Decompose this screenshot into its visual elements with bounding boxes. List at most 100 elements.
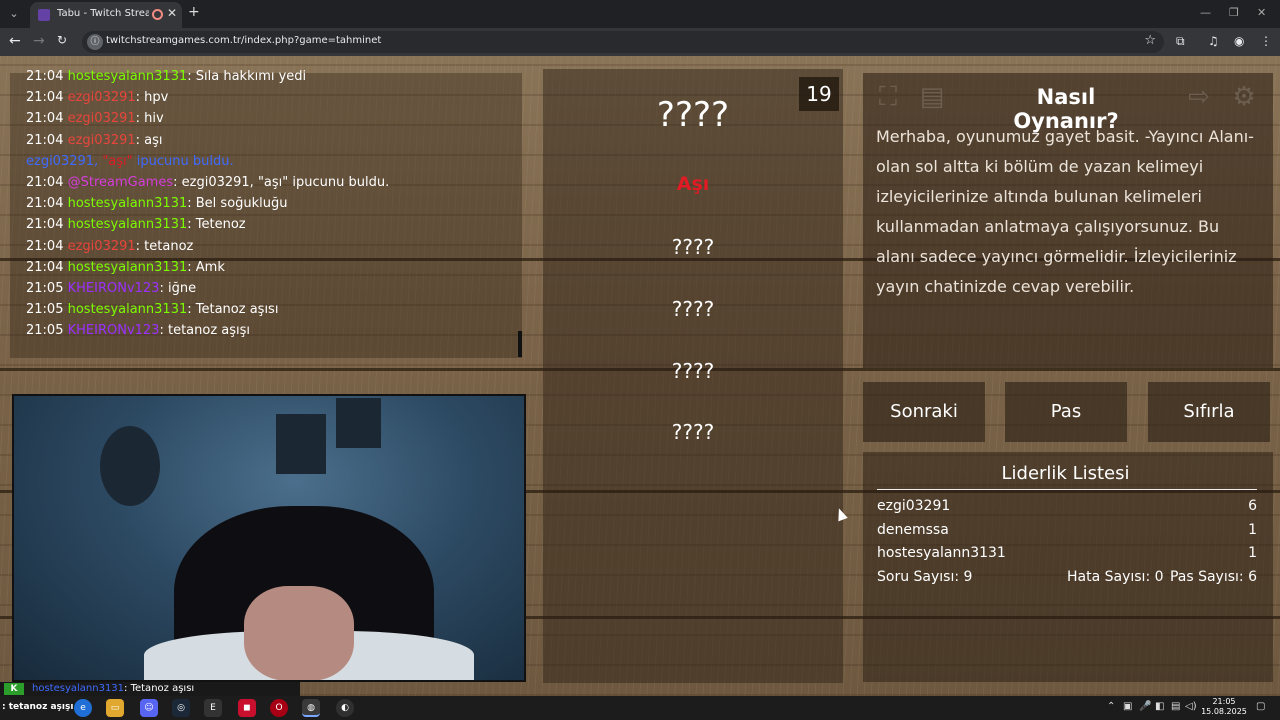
notifications-icon[interactable]: ▢ <box>1256 701 1265 712</box>
opera-icon[interactable]: O <box>270 699 288 717</box>
browser-tab[interactable]: Tabu - Twitch Stream Games ✕ <box>30 2 182 28</box>
file-explorer-icon[interactable]: ▭ <box>106 699 124 717</box>
site-info-icon[interactable]: ⓘ <box>87 34 103 50</box>
webcam-feed <box>12 394 526 682</box>
extensions-icon[interactable]: ⧉ <box>1176 34 1185 49</box>
close-tab-icon[interactable]: ✕ <box>167 6 177 20</box>
chat-time: 21:04 <box>26 175 68 190</box>
edge-icon[interactable]: e <box>74 699 92 717</box>
chat-username[interactable]: ezgi03291 <box>68 239 136 254</box>
chat-text: : Tetenoz <box>187 217 246 233</box>
chat-username[interactable]: KHEIRONv123 <box>68 281 160 296</box>
discord-icon[interactable]: ☺ <box>140 699 158 717</box>
clock-date: 15.08.2025 <box>1201 707 1247 716</box>
fullscreen-icon[interactable]: ⛶ <box>872 81 904 113</box>
forward-icon[interactable]: → <box>33 33 45 49</box>
game-page: 21:04 hostesyalann3131: Sıla hakkımı yed… <box>0 56 1280 696</box>
wall-poster <box>276 414 326 474</box>
epic-games-icon[interactable]: E <box>204 699 222 717</box>
address-bar[interactable]: ⓘ twitchstreamgames.com.tr/index.php?gam… <box>82 31 1164 53</box>
chat-time: 21:04 <box>26 217 68 233</box>
chrome-icon[interactable]: ◍ <box>302 699 320 717</box>
chat-scrollbar[interactable] <box>518 331 522 357</box>
chat-text: : Sıla hakkımı yedi <box>187 69 307 84</box>
taskbar-clock[interactable]: 21:05 15.08.2025 <box>1196 697 1252 717</box>
chat-message: 21:04 hostesyalann3131: Amk <box>26 260 225 275</box>
network-icon[interactable]: ▤ <box>1171 701 1180 712</box>
kick-badge-icon: K <box>4 683 24 695</box>
chat-message: 21:04 ezgi03291: aşı <box>26 133 163 148</box>
microphone-icon[interactable]: 🎤 <box>1139 701 1151 712</box>
chat-message: 21:04 hostesyalann3131: Sıla hakkımı yed… <box>26 69 306 84</box>
error-count: Hata Sayısı: 0 <box>1067 569 1164 585</box>
chat-username[interactable]: hostesyalann3131 <box>68 69 188 84</box>
nvidia-icon[interactable]: ◧ <box>1155 701 1164 712</box>
minimize-icon[interactable]: — <box>1200 6 1211 19</box>
chat-text: : ezgi03291, "aşı" ipucunu buldu. <box>173 175 390 190</box>
chat-time: 21:04 <box>26 259 68 275</box>
player-score: 1 <box>1248 545 1257 561</box>
chat-message: ezgi03291, "aşı" ipucunu buldu. <box>26 154 234 169</box>
chat-username[interactable]: ezgi03291, <box>26 154 98 169</box>
chat-message: 21:04 hostesyalann3131: Tetenoz <box>26 217 246 232</box>
steam-icon[interactable]: ◎ <box>172 699 190 717</box>
chat-username[interactable]: ezgi03291 <box>68 111 136 126</box>
chat-text: : tetanoz aşışı <box>159 323 251 339</box>
media-icon[interactable]: ♫ <box>1208 34 1219 48</box>
chat-time: 21:05 <box>26 281 68 296</box>
hint-word: ???? <box>671 297 715 321</box>
chat-panel: 21:04 hostesyalann3131: Sıla hakkımı yed… <box>10 69 522 358</box>
chat-message: 21:04 ezgi03291: tetanoz <box>26 239 193 254</box>
gear-icon[interactable]: ⚙ <box>1228 81 1260 113</box>
chat-username[interactable]: ezgi03291 <box>68 90 136 105</box>
chat-username[interactable]: KHEIRONv123 <box>68 323 160 338</box>
how-to-play-panel: ⛶ ▤ Nasıl Oynanır? ⇨ ⚙ Merhaba, oyunumuz… <box>863 73 1273 368</box>
chat-username[interactable]: hostesyalann3131 <box>68 260 188 275</box>
tab-strip: ⌄ Tabu - Twitch Stream Games ✕ + — ❐ ✕ <box>0 0 1280 28</box>
url-text[interactable]: twitchstreamgames.com.tr/index.php?game=… <box>106 35 381 46</box>
chat-text: : tetanoz <box>135 238 194 254</box>
chat-text: : Bel soğukluğu <box>187 196 288 212</box>
game-app-icon[interactable]: ◼ <box>238 699 256 717</box>
player-score: 1 <box>1248 522 1257 538</box>
chat-username[interactable]: hostesyalann3131 <box>68 196 188 211</box>
chat-username[interactable]: hostesyalann3131 <box>68 302 188 317</box>
obs-icon[interactable]: ◐ <box>336 699 354 717</box>
player-name: hostesyalann3131 <box>877 545 1006 561</box>
menu-icon[interactable]: ⋮ <box>1260 34 1272 48</box>
chat-message: 21:05 KHEIRONv123: iğne <box>26 281 196 296</box>
streamer-face <box>244 586 354 680</box>
exit-icon[interactable]: ⇨ <box>1183 81 1215 113</box>
chat-text: : hiv <box>135 111 164 127</box>
close-window-icon[interactable]: ✕ <box>1257 6 1266 19</box>
wall-poster <box>336 398 381 448</box>
hint-word: ???? <box>671 235 715 259</box>
bookmark-star-icon[interactable]: ☆ <box>1144 33 1156 48</box>
overlay-user: hostesyalann3131 <box>32 683 125 694</box>
taskbar-chat-text: : tetanoz aşışı <box>2 702 74 712</box>
back-icon[interactable]: ← <box>9 33 21 49</box>
browser-toolbar: ← → ↻ ⓘ twitchstreamgames.com.tr/index.p… <box>0 28 1280 56</box>
volume-icon[interactable]: ◁) <box>1185 701 1197 712</box>
tab-search-icon[interactable]: ⌄ <box>4 4 24 24</box>
divider <box>877 489 1257 490</box>
chat-username[interactable]: ezgi03291 <box>68 133 136 148</box>
new-tab-icon[interactable]: + <box>188 4 200 20</box>
word-panel: 19 ???? Aşı ???? ???? ???? ???? <box>543 69 843 683</box>
next-button[interactable]: Sonraki <box>863 382 985 442</box>
chat-highlight: "aşı" <box>102 153 133 169</box>
reload-icon[interactable]: ↻ <box>57 33 67 47</box>
tray-app-icon[interactable]: ▣ <box>1123 701 1132 712</box>
pass-button[interactable]: Pas <box>1005 382 1127 442</box>
profile-icon[interactable]: ◉ <box>1234 34 1244 48</box>
document-icon[interactable]: ▤ <box>916 81 948 113</box>
chat-username[interactable]: hostesyalann3131 <box>68 217 188 232</box>
chat-text: : Tetanoz aşısı <box>187 302 279 318</box>
chat-message: 21:04 @StreamGames: ezgi03291, "aşı" ipu… <box>26 175 389 190</box>
restore-icon[interactable]: ❐ <box>1229 6 1239 19</box>
reset-button[interactable]: Sıfırla <box>1148 382 1270 442</box>
chat-time: 21:04 <box>26 69 68 84</box>
chat-username[interactable]: @StreamGames <box>68 175 174 190</box>
tray-chevron-icon[interactable]: ⌃ <box>1107 701 1115 712</box>
secret-word: ???? <box>656 95 730 135</box>
